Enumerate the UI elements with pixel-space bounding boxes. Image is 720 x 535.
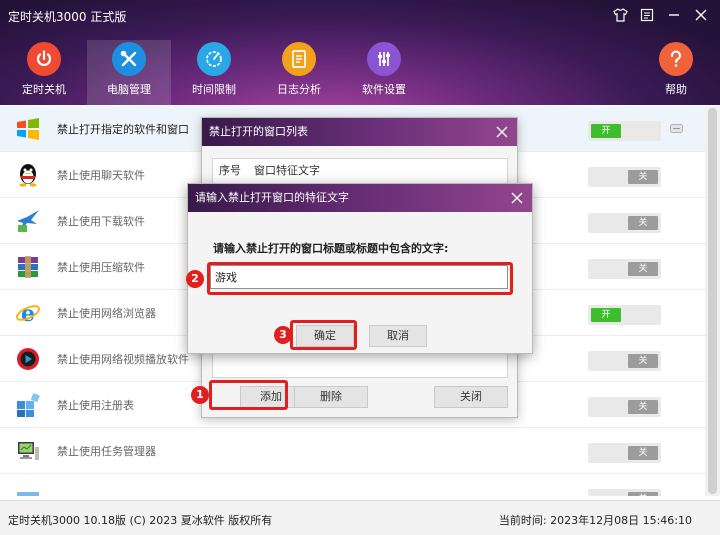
list-item[interactable]: 关 xyxy=(0,474,705,496)
current-time: 当前时间: 2023年12月08日 15:46:10 xyxy=(498,514,692,527)
delete-button[interactable]: 删除 xyxy=(294,386,368,408)
settings-icon[interactable] xyxy=(638,6,656,24)
highlight-box xyxy=(209,380,288,410)
list-scrollbar[interactable] xyxy=(705,106,720,496)
toggle-knob: 关 xyxy=(628,354,658,368)
toggle-knob: 关 xyxy=(628,170,658,184)
toggle-switch[interactable]: 关 xyxy=(588,259,661,279)
registry-cubes-icon xyxy=(15,392,41,418)
row-label: 禁止使用压缩软件 xyxy=(57,261,145,274)
dialog-title: 请输入禁止打开窗口的特征文字 xyxy=(188,184,532,212)
highlight-box xyxy=(290,320,357,350)
toggle-switch[interactable]: 开 xyxy=(588,121,661,141)
toggle-switch[interactable]: 关 xyxy=(588,397,661,417)
toggle-switch[interactable]: 关 xyxy=(588,351,661,371)
toggle-switch[interactable]: 关 xyxy=(588,489,661,496)
nav-label: 电脑管理 xyxy=(107,83,151,96)
nav-item-settings[interactable]: 软件设置 xyxy=(342,40,426,105)
step-badge: 1 xyxy=(191,386,209,404)
column-header-index: 序号 xyxy=(219,164,241,177)
nav-item-time-limit[interactable]: 时间限制 xyxy=(172,40,256,105)
main-nav: 定时关机 电脑管理 时间限制 日志分析 软件设置 帮助 xyxy=(0,40,720,105)
row-label: 禁止使用聊天软件 xyxy=(57,169,145,182)
chat-bubble-icon[interactable] xyxy=(670,124,683,138)
nav-label: 帮助 xyxy=(665,83,687,96)
svg-text:e: e xyxy=(21,301,35,326)
copyright-text: 定时关机3000 10.18版 (C) 2023 夏冰软件 版权所有 xyxy=(8,514,273,527)
toggle-knob: 关 xyxy=(628,400,658,414)
app-title: 定时关机3000 正式版 xyxy=(8,10,127,24)
row-label: 禁止使用任务管理器 xyxy=(57,445,156,458)
row-label: 禁止使用网络视频播放软件 xyxy=(57,353,189,366)
window-controls xyxy=(611,6,710,24)
toggle-switch[interactable]: 关 xyxy=(588,167,661,187)
toggle-switch[interactable]: 关 xyxy=(588,213,661,233)
nav-label: 软件设置 xyxy=(362,83,406,96)
row-label: 禁止打开指定的软件和窗口 xyxy=(57,123,189,136)
toggle-knob: 关 xyxy=(628,492,658,496)
bird-download-icon xyxy=(15,208,41,234)
qq-penguin-icon xyxy=(15,162,41,188)
highlight-box xyxy=(207,262,513,295)
close-icon[interactable] xyxy=(692,6,710,24)
document-icon xyxy=(282,42,316,76)
status-bar: 定时关机3000 10.18版 (C) 2023 夏冰软件 版权所有 当前时间:… xyxy=(0,500,720,535)
toggle-knob: 关 xyxy=(628,446,658,460)
toggle-knob: 开 xyxy=(591,124,621,138)
sliders-icon xyxy=(367,42,401,76)
toggle-knob: 开 xyxy=(591,308,621,322)
nav-item-help[interactable]: 帮助 xyxy=(634,40,718,105)
header: 定时关机3000 正式版 定时关机 电脑管理 时间限制 日志分析 软件设置 帮助 xyxy=(0,0,720,105)
nav-label: 日志分析 xyxy=(277,83,321,96)
nav-item-log[interactable]: 日志分析 xyxy=(257,40,341,105)
minimize-icon[interactable] xyxy=(665,6,683,24)
row-label: 禁止使用网络浏览器 xyxy=(57,307,156,320)
gauge-clock-icon xyxy=(197,42,231,76)
input-prompt-label: 请输入禁止打开的窗口标题或标题中包含的文字: xyxy=(213,242,449,255)
scrollbar-thumb[interactable] xyxy=(708,108,717,494)
row-label: 禁止使用注册表 xyxy=(57,399,134,412)
cancel-button[interactable]: 取消 xyxy=(369,325,427,347)
nav-item-pc-manage[interactable]: 电脑管理 xyxy=(87,40,171,105)
toggle-knob: 关 xyxy=(628,262,658,276)
toggle-knob: 关 xyxy=(628,216,658,230)
dialog-title: 禁止打开的窗口列表 xyxy=(202,118,517,146)
nav-label: 定时关机 xyxy=(22,83,66,96)
partial-row-icon xyxy=(15,484,41,496)
nav-label: 时间限制 xyxy=(192,83,236,96)
power-icon xyxy=(27,42,61,76)
ie-browser-icon: e xyxy=(15,300,41,327)
toggle-switch[interactable]: 开 xyxy=(588,305,661,325)
skin-shirt-icon[interactable] xyxy=(611,6,629,24)
close-dialog-button[interactable]: 关闭 xyxy=(434,386,508,408)
help-question-icon xyxy=(659,42,693,76)
row-label: 禁止使用下载软件 xyxy=(57,215,145,228)
video-player-icon xyxy=(15,346,41,372)
tools-icon xyxy=(112,42,146,76)
close-icon[interactable] xyxy=(509,190,525,206)
windows-logo-icon xyxy=(15,116,41,142)
column-header-text: 窗口特征文字 xyxy=(254,164,320,177)
winrar-books-icon xyxy=(15,254,41,280)
list-item[interactable]: 禁止使用任务管理器 关 xyxy=(0,428,705,474)
step-badge: 2 xyxy=(186,270,204,288)
nav-item-shutdown[interactable]: 定时关机 xyxy=(2,40,86,105)
toggle-switch[interactable]: 关 xyxy=(588,443,661,463)
computer-monitor-icon xyxy=(15,438,41,464)
step-badge: 3 xyxy=(274,326,292,344)
close-icon[interactable] xyxy=(494,124,510,140)
